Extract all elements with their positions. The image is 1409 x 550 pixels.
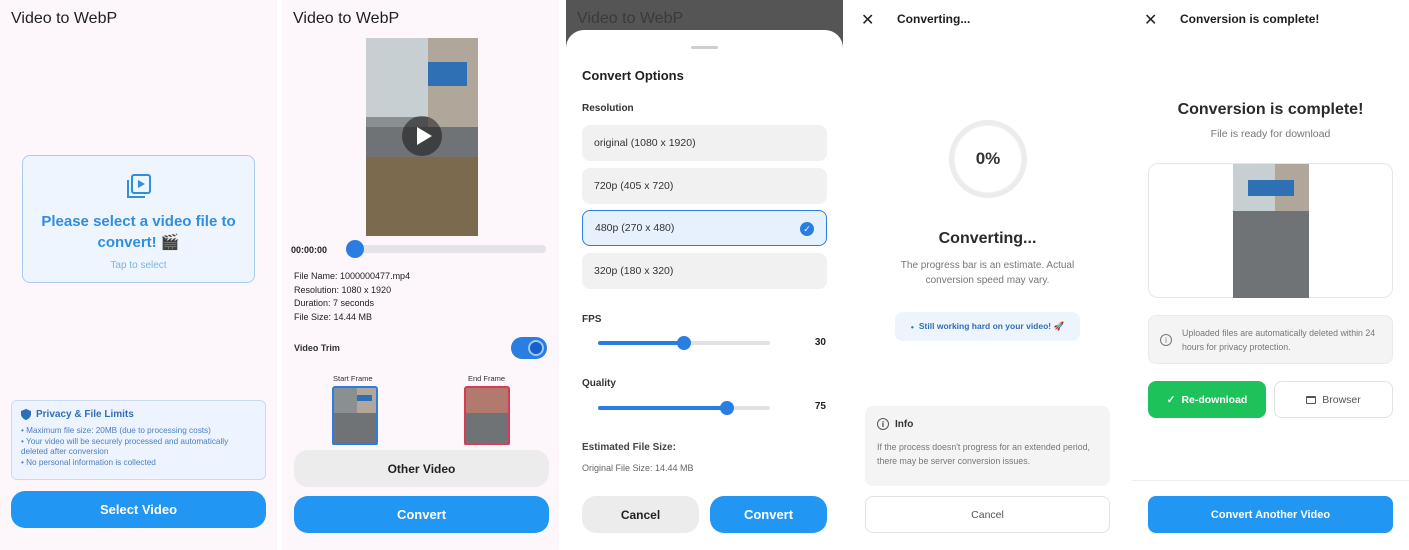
resolution-option-selected[interactable]: 480p (270 x 480) ✓ — [582, 210, 827, 246]
browser-label: Browser — [1322, 393, 1361, 406]
info-card: i Info If the process doesn't progress f… — [865, 406, 1110, 486]
video-trim-toggle[interactable] — [511, 337, 547, 359]
close-icon[interactable]: ✕ — [861, 10, 874, 30]
original-size: Original File Size: 14.44 MB — [582, 463, 694, 473]
check-icon: ✓ — [800, 222, 814, 236]
video-dropzone[interactable]: Please select a video file to convert! 🎬… — [22, 155, 255, 283]
privacy-card: Privacy & File Limits • Maximum file siz… — [11, 400, 266, 480]
convert-another-button[interactable]: Convert Another Video — [1148, 496, 1393, 533]
cancel-button[interactable]: Cancel — [582, 496, 699, 533]
end-frame-thumbnail[interactable] — [464, 386, 510, 446]
auto-delete-note: i Uploaded files are automatically delet… — [1148, 315, 1393, 364]
quality-slider[interactable] — [598, 401, 770, 415]
divider — [1132, 480, 1409, 481]
resolution-option-label: 480p (270 x 480) — [595, 222, 675, 234]
seek-handle[interactable] — [346, 240, 364, 258]
dropzone-hint: Tap to select — [110, 260, 167, 271]
privacy-title: Privacy & File Limits — [36, 409, 134, 420]
resolution-option[interactable]: original (1080 x 1920) — [582, 125, 827, 161]
convert-button[interactable]: Convert — [710, 496, 827, 533]
play-icon[interactable] — [402, 116, 442, 156]
quality-slider-handle[interactable] — [720, 401, 734, 415]
shield-icon — [21, 409, 31, 420]
convert-button[interactable]: Convert — [294, 496, 549, 533]
info-title: Info — [895, 418, 914, 430]
screen-complete: ✕ Conversion is complete! Conversion is … — [1132, 0, 1409, 550]
screen-convert-options: Video to WebP Convert Options Resolution… — [566, 0, 843, 550]
fps-slider[interactable] — [598, 336, 770, 350]
check-icon: ✓ — [1166, 393, 1176, 406]
resolution-option[interactable]: 720p (405 x 720) — [582, 168, 827, 204]
privacy-item: • No personal information is collected — [21, 457, 156, 467]
sheet-drag-handle[interactable] — [691, 46, 718, 49]
screen-converting: ✕ Converting... 0% Converting... The pro… — [849, 0, 1126, 550]
page-title: Conversion is complete! — [1180, 12, 1320, 26]
screen-select-video: Video to WebP Please select a video file… — [0, 0, 277, 550]
screen-video-preview: Video to WebP 00:00:00 File Name: 100000… — [282, 0, 559, 550]
app-title: Video to WebP — [11, 10, 118, 27]
privacy-item: • Maximum file size: 20MB (due to proces… — [21, 426, 211, 435]
converting-heading: Converting... — [938, 230, 1037, 247]
fps-value: 30 — [814, 337, 826, 348]
info-icon: i — [877, 418, 889, 430]
page-title: Converting... — [897, 12, 971, 26]
resolution-option[interactable]: 320p (180 x 320) — [582, 253, 827, 289]
progress-ring: 0% — [949, 120, 1027, 198]
close-icon[interactable]: ✕ — [1144, 10, 1157, 30]
quality-value: 75 — [814, 401, 826, 412]
file-resolution: Resolution: 1080 x 1920 — [294, 284, 392, 295]
fps-label: FPS — [582, 314, 602, 325]
seek-bar[interactable] — [352, 245, 546, 253]
file-size: File Size: 14.44 MB — [294, 311, 373, 322]
status-text: Still working hard on your video! 🚀 — [918, 321, 1065, 331]
browser-button[interactable]: Browser — [1274, 381, 1393, 418]
sheet-title: Convert Options — [582, 68, 684, 83]
redownload-button[interactable]: ✓ Re-download — [1148, 381, 1266, 418]
info-icon: i — [1160, 334, 1172, 346]
complete-subtitle: File is ready for download — [1210, 128, 1331, 140]
resolution-label: Resolution — [582, 103, 634, 114]
cancel-button[interactable]: Cancel — [865, 496, 1110, 533]
current-time: 00:00:00 — [291, 245, 328, 255]
file-duration: Duration: 7 seconds — [294, 298, 375, 308]
note-text: Uploaded files are automatically deleted… — [1182, 328, 1376, 352]
progress-percent: 0% — [975, 149, 1001, 168]
end-frame-label: End Frame — [468, 374, 506, 383]
privacy-item: • Your video will be securely processed … — [21, 436, 229, 457]
dropzone-title: Please select a video file to convert! 🎬 — [41, 213, 236, 251]
select-video-button[interactable]: Select Video — [11, 491, 266, 528]
options-sheet: Convert Options Resolution original (108… — [566, 30, 843, 550]
converting-subtitle: The progress bar is an estimate. Actual … — [900, 260, 1075, 286]
redownload-label: Re-download — [1181, 393, 1248, 406]
file-info: File Name: 1000000477.mp4 Resolution: 10… — [294, 270, 410, 324]
video-library-icon — [127, 174, 151, 198]
video-trim-label: Video Trim — [294, 343, 340, 353]
other-video-button[interactable]: Other Video — [294, 450, 549, 487]
quality-label: Quality — [582, 378, 616, 389]
complete-heading: Conversion is complete! — [1177, 101, 1364, 118]
status-pill: • Still working hard on your video! 🚀 — [895, 312, 1080, 341]
bullet-icon: • — [910, 321, 914, 332]
result-image — [1233, 164, 1309, 298]
info-body: If the process doesn't progress for an e… — [877, 442, 1090, 466]
browser-icon — [1306, 395, 1317, 404]
estimated-size-label: Estimated File Size: — [582, 442, 676, 453]
file-name: File Name: 1000000477.mp4 — [294, 271, 411, 281]
result-preview — [1148, 163, 1393, 298]
start-frame-label: Start Frame — [333, 374, 373, 383]
start-frame-thumbnail[interactable] — [332, 386, 378, 446]
app-title: Video to WebP — [293, 10, 400, 27]
video-player[interactable] — [366, 38, 478, 236]
app-title: Video to WebP — [577, 10, 684, 27]
fps-slider-handle[interactable] — [677, 336, 691, 350]
